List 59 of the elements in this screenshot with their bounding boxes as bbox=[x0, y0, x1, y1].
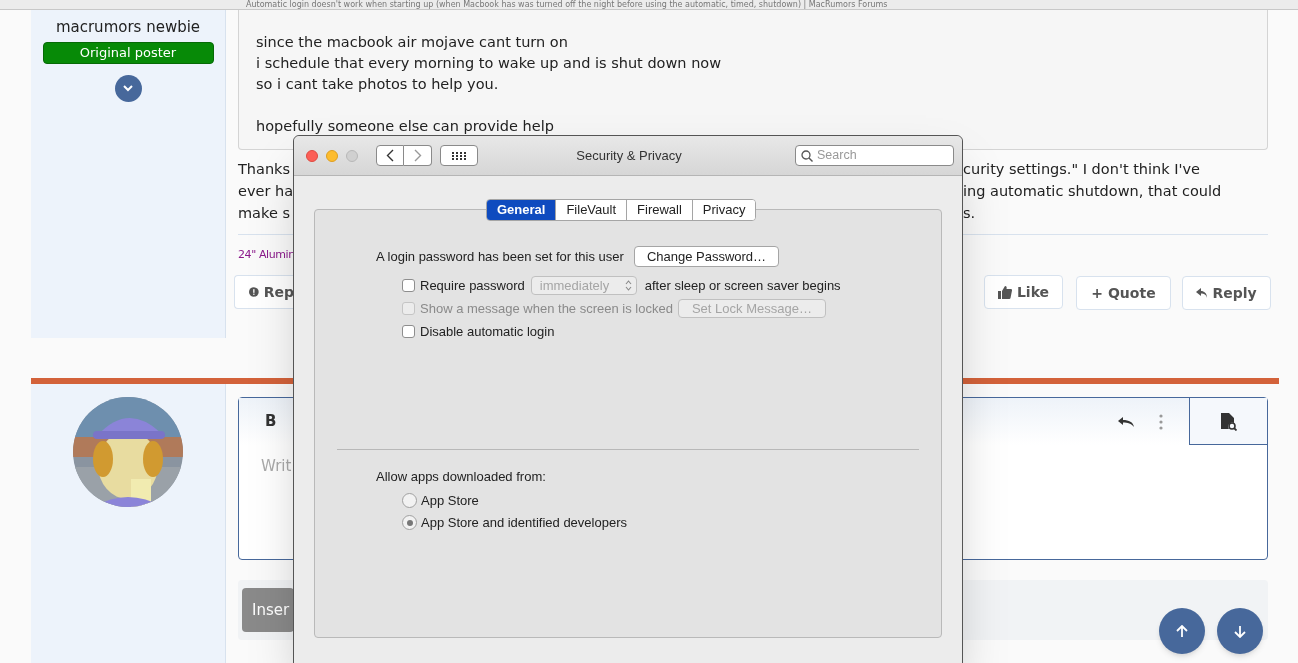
search-icon bbox=[801, 149, 813, 162]
post-text-line: ever ha bbox=[238, 182, 294, 201]
search-field[interactable]: Search bbox=[795, 145, 954, 166]
window-title: Security & Privacy bbox=[575, 146, 683, 165]
change-password-button[interactable]: Change Password… bbox=[633, 246, 780, 267]
post-text-line: curity settings." I don't think I've bbox=[963, 160, 1201, 179]
arrow-up-icon bbox=[1176, 624, 1188, 638]
report-button[interactable]: Rep bbox=[234, 275, 294, 309]
reply-button[interactable]: Reply bbox=[1182, 276, 1271, 310]
radio-button[interactable] bbox=[402, 493, 417, 508]
grid-icon bbox=[452, 151, 466, 160]
alert-icon bbox=[249, 286, 259, 298]
minimize-button[interactable] bbox=[326, 149, 338, 162]
forward-button[interactable] bbox=[404, 145, 432, 166]
quote-text-line: i schedule that every morning to wake up and is shut down now bbox=[256, 54, 723, 73]
browser-tab-title: Automatic login doesn't work when starting up (when Macbook has was turned off the night before using the automatic, timed, shutdown) | MacRumors Forums bbox=[246, 0, 888, 9]
checkbox-label-suffix: after sleep or screen saver begins bbox=[644, 276, 841, 295]
checkbox-label: Disable automatic login bbox=[420, 322, 555, 341]
post-text-line: Thanks bbox=[238, 160, 291, 179]
arrow-down-icon bbox=[1234, 624, 1246, 638]
chevron-left-icon bbox=[386, 149, 394, 162]
like-button[interactable]: Like bbox=[984, 275, 1063, 309]
radio-label: App Store and identified developers bbox=[421, 513, 627, 532]
expand-button[interactable] bbox=[114, 75, 142, 102]
checkbox-label: Show a message when the screen is locked bbox=[420, 299, 673, 318]
quote-button[interactable]: + Quote bbox=[1076, 276, 1171, 310]
quote-text-line: so i cant take photos to help you. bbox=[256, 75, 500, 94]
insert-button[interactable]: Inser bbox=[242, 588, 294, 632]
radio-label: App Store bbox=[421, 491, 479, 510]
quote-text-line: hopefully someone else can provide help bbox=[256, 117, 555, 136]
show-all-button[interactable] bbox=[440, 145, 478, 166]
document-search-icon bbox=[1220, 411, 1237, 431]
post-text-line: ing automatic shutdown, that could bbox=[963, 182, 1222, 201]
back-button[interactable] bbox=[376, 145, 404, 166]
checkbox[interactable] bbox=[402, 325, 415, 338]
checkbox-label: Require password bbox=[420, 276, 525, 295]
more-icon[interactable] bbox=[1159, 413, 1163, 430]
message-field[interactable]: Writ bbox=[261, 455, 294, 478]
stepper-arrows-icon bbox=[624, 280, 632, 291]
quote-text-line: since the macbook air mojave cant turn on bbox=[256, 33, 569, 52]
preview-button[interactable] bbox=[1189, 398, 1267, 445]
close-button[interactable] bbox=[306, 149, 318, 162]
post-text-line: make s bbox=[238, 204, 290, 223]
undo-icon[interactable] bbox=[1117, 415, 1137, 428]
thumbs-up-icon bbox=[997, 285, 1012, 299]
user-rank: macrumors newbie bbox=[55, 17, 201, 37]
post-text-line: s. bbox=[963, 204, 976, 223]
login-password-label: A login password has been set for this user bbox=[376, 247, 624, 266]
reply-icon bbox=[1196, 288, 1208, 298]
radio-button[interactable] bbox=[402, 515, 417, 530]
chevron-down-icon bbox=[123, 85, 133, 92]
chevron-right-icon bbox=[413, 149, 422, 162]
search-input[interactable]: Search bbox=[817, 146, 947, 165]
tab[interactable]: General bbox=[487, 200, 556, 220]
tab[interactable]: Privacy bbox=[691, 200, 756, 220]
checkbox[interactable] bbox=[402, 279, 415, 292]
allow-apps-label: Allow apps downloaded from: bbox=[376, 468, 547, 486]
original-poster-badge: Original poster bbox=[42, 42, 214, 64]
bold-button[interactable]: B bbox=[265, 410, 277, 433]
